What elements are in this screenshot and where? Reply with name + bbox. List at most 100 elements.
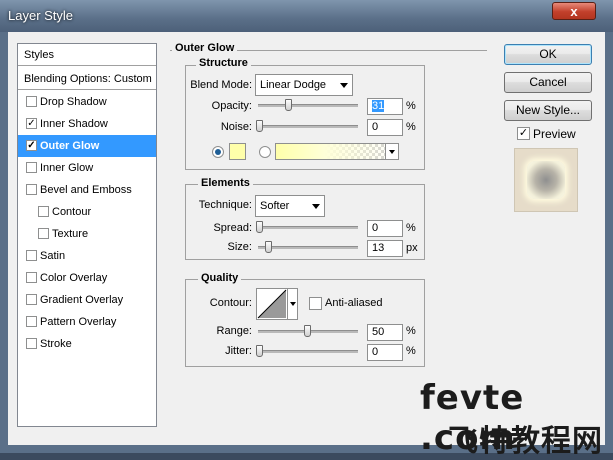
style-item-drop-shadow[interactable]: Drop Shadow — [18, 91, 156, 113]
chevron-down-icon — [340, 83, 348, 88]
style-item-label: Outer Glow — [40, 140, 100, 152]
noise-slider-thumb[interactable] — [256, 120, 263, 132]
style-checkbox[interactable] — [26, 184, 37, 195]
range-unit: % — [406, 325, 416, 337]
close-button[interactable]: x — [552, 2, 596, 20]
spread-slider-track — [258, 226, 358, 229]
opacity-label: Opacity: — [211, 100, 252, 112]
cancel-button[interactable]: Cancel — [504, 72, 592, 93]
range-slider-thumb[interactable] — [304, 325, 311, 337]
style-checkbox[interactable]: ✓ — [26, 140, 37, 151]
jitter-label: Jitter: — [225, 345, 252, 357]
styles-list: Styles Blending Options: Custom Drop Sha… — [17, 43, 157, 427]
noise-input[interactable]: 0 — [367, 119, 403, 136]
new-style-button[interactable]: New Style... — [504, 100, 592, 121]
style-item-satin[interactable]: Satin — [18, 245, 156, 267]
style-checkbox[interactable] — [26, 250, 37, 261]
style-item-bevel-and-emboss[interactable]: Bevel and Emboss — [18, 179, 156, 201]
chevron-down-icon — [312, 204, 320, 209]
style-item-gradient-overlay[interactable]: Gradient Overlay — [18, 289, 156, 311]
size-label: Size: — [227, 241, 252, 253]
style-item-color-overlay[interactable]: Color Overlay — [18, 267, 156, 289]
elements-title: Elements — [198, 177, 253, 189]
style-checkbox[interactable] — [26, 96, 37, 107]
contour-picker[interactable] — [256, 288, 298, 320]
watermark-site-name: 飞特教程网 — [448, 424, 603, 459]
size-input[interactable]: 13 — [367, 240, 403, 257]
style-checkbox[interactable] — [38, 206, 49, 217]
outer-glow-title: Outer Glow — [172, 42, 238, 54]
jitter-input[interactable]: 0 — [367, 344, 403, 361]
style-item-label: Inner Glow — [40, 162, 94, 174]
blend-mode-value: Linear Dodge — [260, 79, 327, 91]
size-slider[interactable] — [258, 241, 358, 254]
blend-mode-label: Blend Mode: — [190, 79, 252, 91]
spread-slider[interactable] — [256, 221, 358, 234]
opacity-input[interactable]: 31 — [367, 98, 403, 115]
anti-aliased-checkbox[interactable] — [309, 297, 322, 310]
style-item-inner-glow[interactable]: Inner Glow — [18, 157, 156, 179]
spread-input[interactable]: 0 — [367, 220, 403, 237]
jitter-slider-thumb[interactable] — [256, 345, 263, 357]
structure-title: Structure — [196, 57, 251, 69]
noise-slider-track — [258, 125, 358, 128]
contour-linear-icon — [257, 289, 287, 319]
technique-dropdown[interactable]: Softer — [255, 195, 325, 217]
gradient-picker-button[interactable] — [385, 144, 398, 159]
style-item-texture[interactable]: Texture — [18, 223, 156, 245]
quality-title: Quality — [198, 272, 242, 284]
size-slider-thumb[interactable] — [265, 241, 272, 253]
checkmark-icon: ✓ — [518, 127, 529, 139]
title-bar: Layer Style x — [0, 0, 613, 32]
style-checkbox[interactable] — [26, 272, 37, 283]
style-checkbox[interactable] — [26, 316, 37, 327]
spread-unit: % — [406, 222, 416, 234]
spread-slider-thumb[interactable] — [256, 221, 263, 233]
size-slider-track — [258, 246, 358, 249]
style-item-label: Drop Shadow — [40, 96, 107, 108]
style-checkbox[interactable] — [38, 228, 49, 239]
noise-label: Noise: — [220, 121, 252, 133]
noise-unit: % — [406, 121, 416, 133]
opacity-slider[interactable] — [258, 99, 358, 112]
chevron-down-icon — [389, 150, 395, 154]
preview-label: Preview — [533, 127, 576, 141]
glow-color-swatch[interactable] — [229, 143, 246, 160]
style-item-contour[interactable]: Contour — [18, 201, 156, 223]
ok-button[interactable]: OK — [504, 44, 592, 65]
gradient-radio[interactable] — [259, 146, 271, 158]
style-item-pattern-overlay[interactable]: Pattern Overlay — [18, 311, 156, 333]
style-item-outer-glow[interactable]: ✓ Outer Glow — [18, 135, 156, 157]
style-item-label: Stroke — [40, 338, 72, 350]
opacity-slider-track — [258, 104, 358, 107]
contour-label: Contour: — [209, 297, 252, 309]
noise-slider[interactable] — [256, 120, 358, 133]
style-checkbox[interactable] — [26, 338, 37, 349]
anti-aliased-label: Anti-aliased — [325, 297, 383, 309]
blending-options[interactable]: Blending Options: Custom — [18, 68, 156, 90]
window-title: Layer Style — [8, 8, 74, 23]
jitter-slider-track — [258, 350, 358, 353]
style-item-inner-shadow[interactable]: ✓ Inner Shadow — [18, 113, 156, 135]
opacity-unit: % — [406, 100, 416, 112]
opacity-value: 31 — [372, 100, 385, 112]
style-item-label: Texture — [52, 228, 89, 240]
range-slider[interactable] — [258, 325, 358, 338]
style-item-label: Gradient Overlay — [40, 294, 124, 306]
opacity-slider-thumb[interactable] — [285, 99, 292, 111]
style-item-stroke[interactable]: Stroke — [18, 333, 156, 355]
window-frame-left — [0, 32, 8, 453]
chevron-down-icon — [290, 302, 296, 306]
jitter-slider[interactable] — [256, 345, 358, 358]
range-input[interactable]: 50 — [367, 324, 403, 341]
style-checkbox[interactable] — [26, 294, 37, 305]
styles-header[interactable]: Styles — [18, 44, 156, 66]
style-checkbox[interactable]: ✓ — [26, 118, 37, 129]
contour-dropdown-button[interactable] — [287, 289, 297, 319]
technique-value: Softer — [260, 200, 290, 212]
solid-color-radio[interactable] — [212, 146, 224, 158]
style-checkbox[interactable] — [26, 162, 37, 173]
blend-mode-dropdown[interactable]: Linear Dodge — [255, 74, 353, 96]
gradient-picker[interactable] — [275, 143, 399, 160]
preview-checkbox[interactable]: ✓ — [517, 127, 530, 140]
